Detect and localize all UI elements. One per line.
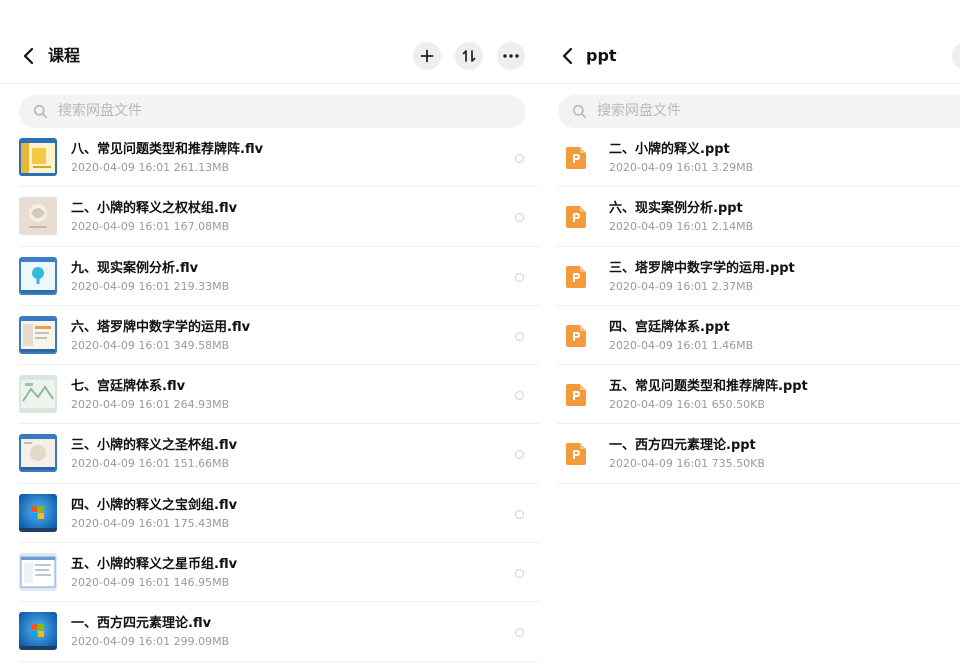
file-meta: 2020-04-09 16:01 1.46MB [609, 338, 754, 352]
video-thumbnail [19, 315, 57, 354]
ppt-file-icon [566, 443, 586, 466]
page-title: 课程 [48, 46, 81, 65]
file-meta: 2020-04-09 16:01 3.29MB [609, 161, 754, 174]
list-item[interactable]: 三、小牌的释义之圣杯组.flv 2020-04-09 16:01 151.66M… [19, 424, 540, 484]
file-meta: 2020-04-09 16:01 650.50KB [609, 398, 765, 412]
file-name: 七、宫廷牌体系.flv [71, 379, 186, 395]
select-radio-icon[interactable] [515, 509, 524, 519]
video-thumbnail [19, 197, 57, 236]
back-arrow-icon[interactable] [18, 45, 40, 67]
ppt-file-icon [566, 384, 586, 407]
file-meta: 2020-04-09 16:01 151.66MB [71, 457, 230, 471]
search-placeholder: 搜索网盘文件 [58, 103, 142, 119]
ppt-file-icon [566, 265, 586, 288]
list-item[interactable]: 三、塔罗牌中数字学的运用.ppt 2020-04-09 16:01 2.37MB [557, 247, 960, 306]
left-header: 课程 [0, 0, 540, 84]
select-radio-icon[interactable] [515, 331, 524, 341]
add-button[interactable] [952, 42, 960, 70]
file-name: 八、常见问题类型和推荐牌阵.flv [71, 142, 264, 157]
file-meta: 2020-04-09 16:01 175.43MB [71, 516, 230, 530]
file-meta: 2020-04-09 16:01 167.08MB [71, 220, 230, 234]
search-input[interactable]: 搜索网盘文件 [558, 95, 960, 128]
list-item[interactable]: 四、小牌的释义之宝剑组.flv 2020-04-09 16:01 175.43M… [19, 484, 540, 544]
list-item[interactable]: 七、宫廷牌体系.flv 2020-04-09 16:01 264.93MB [19, 365, 540, 425]
list-item[interactable]: 九、现实案例分析.flv 2020-04-09 16:01 219.33MB [19, 247, 540, 306]
file-meta: 2020-04-09 16:01 264.93MB [71, 398, 230, 412]
search-input[interactable]: 搜索网盘文件 [19, 95, 526, 128]
file-list: 二、小牌的释义.ppt 2020-04-09 16:01 3.29MB 六、现实… [540, 128, 960, 484]
search-icon [572, 104, 586, 118]
file-meta: 2020-04-09 16:01 735.50KB [609, 457, 765, 471]
list-item[interactable]: 六、现实案例分析.ppt 2020-04-09 16:01 2.14MB [557, 187, 960, 247]
select-radio-icon[interactable] [515, 213, 524, 223]
file-list: 八、常见问题类型和推荐牌阵.flv 2020-04-09 16:01 261.1… [0, 128, 540, 662]
search-placeholder: 搜索网盘文件 [597, 103, 681, 119]
more-button[interactable] [497, 42, 525, 70]
list-item[interactable]: 六、塔罗牌中数字学的运用.flv 2020-04-09 16:01 349.58… [19, 306, 540, 366]
add-button[interactable] [413, 42, 441, 70]
select-radio-icon[interactable] [515, 391, 524, 401]
file-meta: 2020-04-09 16:01 2.14MB [609, 220, 754, 234]
select-radio-icon[interactable] [515, 569, 524, 579]
file-name: 三、小牌的释义之圣杯组.flv [71, 438, 238, 454]
list-item[interactable]: 五、常见问题类型和推荐牌阵.ppt 2020-04-09 16:01 650.5… [557, 365, 960, 425]
select-radio-icon[interactable] [515, 628, 524, 638]
plus-icon [420, 49, 434, 63]
file-meta: 2020-04-09 16:01 299.09MB [71, 635, 230, 649]
list-item[interactable]: 四、宫廷牌体系.ppt 2020-04-09 16:01 1.46MB [557, 306, 960, 366]
sort-icon [462, 50, 476, 62]
file-name: 九、现实案例分析.flv [71, 260, 199, 276]
video-thumbnail [19, 612, 57, 651]
select-radio-icon[interactable] [515, 272, 524, 282]
file-name: 五、小牌的释义之星币组.flv [71, 557, 238, 573]
file-name: 五、常见问题类型和推荐牌阵.ppt [609, 379, 808, 395]
right-panel: ppt 搜索网盘文件 二、小牌的释义.ppt 2020-04-09 16:01 … [540, 0, 960, 665]
video-thumbnail [19, 375, 57, 414]
file-meta: 2020-04-09 16:01 349.58MB [71, 338, 230, 352]
file-name: 一、西方四元素理论.flv [71, 616, 212, 632]
select-radio-icon[interactable] [515, 450, 524, 460]
video-thumbnail [19, 553, 57, 592]
file-meta: 2020-04-09 16:01 219.33MB [71, 279, 230, 293]
file-name: 一、西方四元素理论.ppt [609, 438, 756, 454]
ppt-file-icon [566, 147, 586, 169]
ppt-file-icon [566, 206, 586, 229]
more-icon [503, 54, 519, 58]
file-name: 二、小牌的释义.ppt [609, 142, 730, 157]
page-title: ppt [586, 46, 617, 65]
right-header: ppt [540, 0, 960, 84]
video-thumbnail [19, 493, 57, 532]
back-arrow-icon[interactable] [557, 45, 579, 67]
list-item[interactable]: 二、小牌的释义.ppt 2020-04-09 16:01 3.29MB [557, 128, 960, 188]
list-item[interactable]: 二、小牌的释义之权杖组.flv 2020-04-09 16:01 167.08M… [19, 187, 540, 247]
list-item[interactable]: 一、西方四元素理论.flv 2020-04-09 16:01 299.09MB [19, 602, 540, 662]
file-meta: 2020-04-09 16:01 2.37MB [609, 279, 754, 293]
file-name: 四、小牌的释义之宝剑组.flv [71, 497, 238, 513]
list-item[interactable]: 五、小牌的释义之星币组.flv 2020-04-09 16:01 146.95M… [19, 543, 540, 603]
file-name: 三、塔罗牌中数字学的运用.ppt [609, 260, 795, 276]
list-item[interactable]: 八、常见问题类型和推荐牌阵.flv 2020-04-09 16:01 261.1… [19, 128, 540, 188]
file-name: 六、塔罗牌中数字学的运用.flv [71, 319, 251, 335]
file-name: 二、小牌的释义之权杖组.flv [71, 201, 238, 217]
file-meta: 2020-04-09 16:01 146.95MB [71, 576, 230, 590]
left-panel: 课程 搜索网盘文件 八、常见问题类型和推荐牌阵.flv 2020-04-09 1… [0, 0, 540, 665]
ppt-file-icon [566, 324, 586, 347]
video-thumbnail [19, 138, 57, 176]
list-item[interactable]: 一、西方四元素理论.ppt 2020-04-09 16:01 735.50KB [557, 424, 960, 484]
search-icon [33, 104, 47, 118]
sort-button[interactable] [455, 42, 483, 70]
file-name: 四、宫廷牌体系.ppt [609, 319, 730, 335]
file-meta: 2020-04-09 16:01 261.13MB [71, 161, 230, 174]
select-radio-icon[interactable] [515, 154, 524, 163]
file-name: 六、现实案例分析.ppt [609, 201, 743, 217]
video-thumbnail [19, 256, 57, 295]
video-thumbnail [19, 434, 57, 473]
